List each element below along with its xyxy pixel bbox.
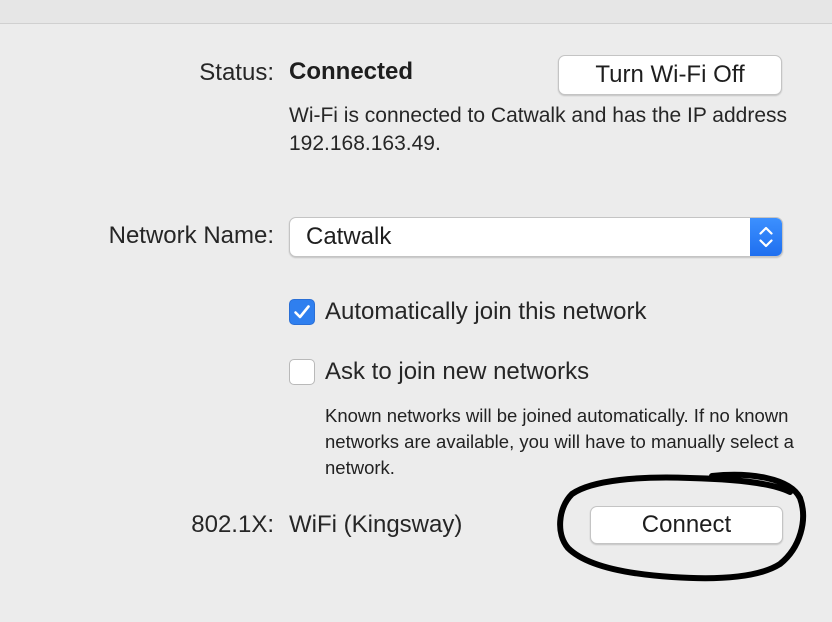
- network-name-selected: Catwalk: [306, 223, 392, 250]
- turn-wifi-off-button[interactable]: Turn Wi-Fi Off: [558, 55, 782, 95]
- chevron-up-down-icon[interactable]: [750, 218, 782, 256]
- window-top-edge: [0, 0, 832, 24]
- auto-join-checkbox[interactable]: [289, 299, 315, 325]
- dot1x-value: WiFi (Kingsway): [289, 511, 463, 538]
- ask-join-note: Known networks will be joined automatica…: [325, 405, 794, 478]
- ask-join-label[interactable]: Ask to join new networks: [325, 358, 589, 386]
- network-name-select[interactable]: Catwalk: [289, 217, 783, 257]
- connect-button[interactable]: Connect: [590, 506, 783, 544]
- status-label: Status:: [199, 59, 274, 86]
- status-value: Connected: [289, 58, 414, 85]
- checkmark-icon: [294, 305, 310, 319]
- network-name-label: Network Name:: [108, 222, 274, 249]
- auto-join-label[interactable]: Automatically join this network: [325, 298, 646, 326]
- status-description: Wi-Fi is connected to Catwalk and has th…: [289, 104, 788, 155]
- dot1x-label: 802.1X:: [191, 511, 274, 538]
- ask-join-checkbox[interactable]: [289, 359, 315, 385]
